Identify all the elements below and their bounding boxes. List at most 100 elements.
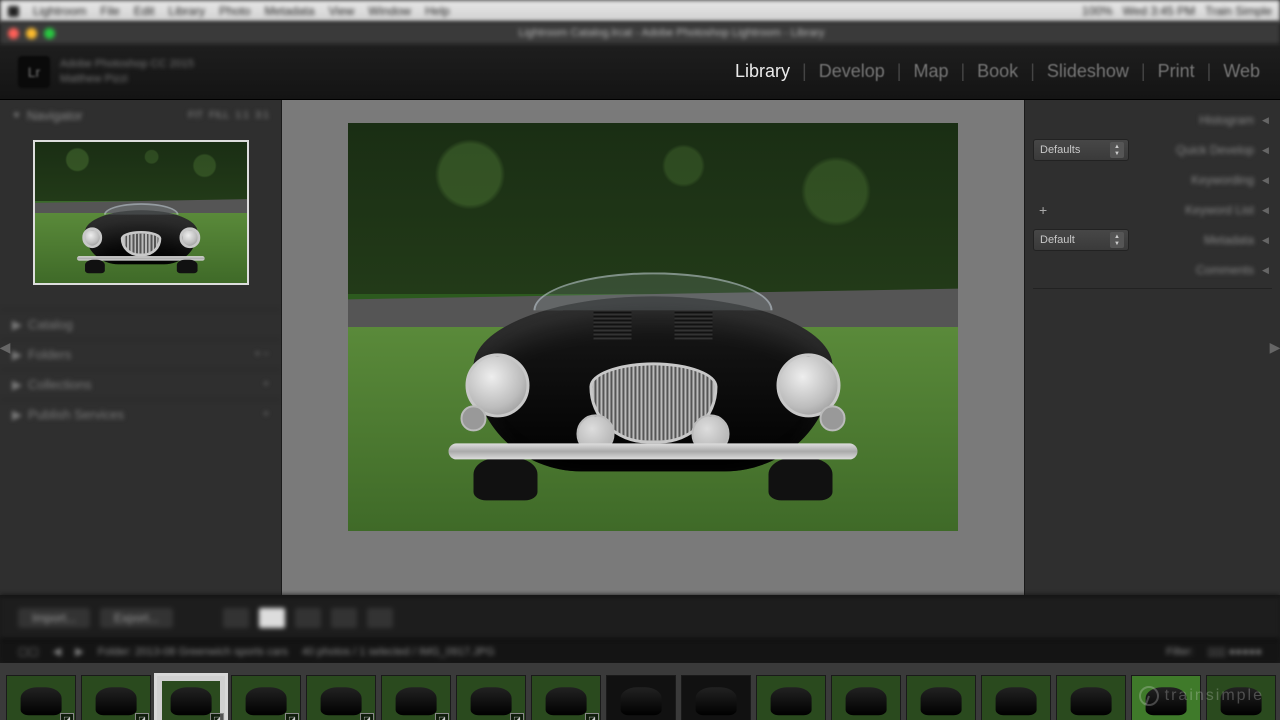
filmstrip-thumb[interactable] (1131, 675, 1201, 720)
library-toolbar: Import... Export... (0, 595, 1280, 639)
module-book[interactable]: Book (975, 61, 1020, 82)
module-picker: Library| Develop| Map| Book| Slideshow| … (733, 61, 1262, 82)
panel-metadata[interactable]: Metadata (1135, 233, 1256, 247)
zoom-level[interactable]: FIT (188, 110, 203, 121)
left-panel: ▼ Navigator FIT FILL 1:1 3:1 ▶Catalog ▶F… (0, 100, 282, 595)
navigator-thumbnail[interactable] (33, 140, 249, 285)
disclosure-triangle-icon: ▶ (12, 407, 22, 423)
disclosure-triangle-icon[interactable]: ◀ (1262, 265, 1272, 276)
filmstrip-thumb[interactable] (981, 675, 1051, 720)
traffic-lights[interactable] (8, 28, 55, 39)
panel-comments[interactable]: Comments (1147, 263, 1257, 277)
disclosure-triangle-icon[interactable]: ◀ (1262, 205, 1272, 216)
people-view-icon[interactable] (367, 608, 393, 628)
disclosure-triangle-icon: ▶ (12, 377, 22, 393)
disclosure-triangle-icon[interactable]: ◀ (1262, 235, 1272, 246)
menubar-item[interactable]: Library (168, 4, 205, 18)
nav-back-icon[interactable]: ◀ (53, 645, 61, 658)
app-header: Lr Adobe Photoshop CC 2015 Matthew Pizzi… (0, 44, 1280, 100)
second-window-icon[interactable]: ▢▢ (18, 645, 39, 658)
filter-label: Filter: (1166, 646, 1194, 658)
menubar-status: Wed 3:45 PM (1123, 4, 1195, 18)
filter-flags[interactable]: ▯▯▯ ●●●●● (1208, 645, 1262, 658)
main-photo[interactable] (348, 123, 958, 531)
filmstrip-thumb[interactable]: ◪ (306, 675, 376, 720)
photo-count: 40 photos / 1 selected / IMG_0917.JPG (302, 646, 495, 658)
disclosure-triangle-icon[interactable]: ◀ (1262, 115, 1272, 126)
zoom-level[interactable]: FILL (209, 110, 229, 121)
thumb-badge-icon: ◪ (135, 713, 149, 720)
filmstrip[interactable]: ◪◪◪◪◪◪◪◪ (0, 663, 1280, 720)
filmstrip-thumb[interactable]: ◪ (81, 675, 151, 720)
source-path[interactable]: Folder: 2013-08 Greenwich sports cars (98, 646, 288, 658)
panel-publish-services[interactable]: ▶Publish Services+ (0, 399, 281, 429)
filmstrip-thumb[interactable]: ◪ (381, 675, 451, 720)
menubar-item[interactable]: View (329, 4, 355, 18)
import-button[interactable]: Import... (18, 608, 90, 628)
menubar-app[interactable]: Lightroom (33, 4, 86, 18)
filmstrip-thumb[interactable] (681, 675, 751, 720)
module-library[interactable]: Library (733, 61, 792, 82)
filmstrip-thumb[interactable] (756, 675, 826, 720)
stepper-arrows-icon: ▲▼ (1110, 232, 1124, 248)
filmstrip-thumb[interactable]: ◪ (531, 675, 601, 720)
filmstrip-thumb[interactable]: ◪ (231, 675, 301, 720)
module-slideshow[interactable]: Slideshow (1045, 61, 1131, 82)
panel-folders[interactable]: ▶Folders+ − (0, 339, 281, 369)
menubar-item[interactable]: Edit (134, 4, 155, 18)
mac-menubar: Lightroom File Edit Library Photo Metada… (0, 0, 1280, 22)
module-develop[interactable]: Develop (817, 61, 887, 82)
saved-preset-dropdown[interactable]: Defaults ▲▼ (1033, 139, 1129, 161)
module-map[interactable]: Map (911, 61, 950, 82)
panel-keywording[interactable]: Keywording (1147, 173, 1257, 187)
filmstrip-thumb[interactable]: ◪ (6, 675, 76, 720)
filmstrip-thumb[interactable] (606, 675, 676, 720)
export-button[interactable]: Export... (100, 608, 173, 628)
window-title: Lightroom Catalog.lrcat - Adobe Photosho… (71, 27, 1272, 39)
menubar-item[interactable]: Metadata (264, 4, 314, 18)
panel-collections[interactable]: ▶Collections+ (0, 369, 281, 399)
loupe-view (282, 100, 1024, 595)
identity-plate: Adobe Photoshop CC 2015 Matthew Pizzi (60, 57, 194, 86)
filmstrip-thumb[interactable]: ◪ (456, 675, 526, 720)
menubar-item[interactable]: Photo (219, 4, 250, 18)
dropdown-value: Default (1040, 234, 1075, 246)
add-keyword-button[interactable]: + (1033, 199, 1129, 221)
window-titlebar: Lightroom Catalog.lrcat - Adobe Photosho… (0, 22, 1280, 44)
menubar-item[interactable]: Window (368, 4, 411, 18)
thumb-badge-icon: ◪ (60, 713, 74, 720)
metadata-preset-dropdown[interactable]: Default ▲▼ (1033, 229, 1129, 251)
main-area: ◀ ▶ ▼ Navigator FIT FILL 1:1 3:1 (0, 100, 1280, 595)
zoom-level[interactable]: 1:1 (235, 110, 249, 121)
filmstrip-thumb[interactable] (1056, 675, 1126, 720)
module-web[interactable]: Web (1221, 61, 1262, 82)
navigator-header[interactable]: ▼ Navigator FIT FILL 1:1 3:1 (0, 100, 281, 130)
collapse-right-icon[interactable]: ▶ (1270, 333, 1280, 363)
right-panel: Histogram ◀ Defaults ▲▼ Quick Develop ◀ … (1024, 100, 1280, 595)
filmstrip-thumb[interactable] (831, 675, 901, 720)
disclosure-triangle-icon[interactable]: ▼ (12, 110, 21, 120)
filmstrip-thumb[interactable] (906, 675, 976, 720)
survey-view-icon[interactable] (331, 608, 357, 628)
thumb-badge-icon: ◪ (435, 713, 449, 720)
disclosure-triangle-icon[interactable]: ◀ (1262, 145, 1272, 156)
menubar-item[interactable]: Help (425, 4, 450, 18)
panel-keyword-list[interactable]: Keyword List (1135, 203, 1256, 217)
panel-quick-develop[interactable]: Quick Develop (1135, 143, 1256, 157)
panel-histogram[interactable]: Histogram (1147, 113, 1257, 127)
panel-catalog[interactable]: ▶Catalog (0, 309, 281, 339)
navigator-label: Navigator (27, 108, 83, 123)
filmstrip-info-bar: ▢▢ ◀ ▶ Folder: 2013-08 Greenwich sports … (0, 639, 1280, 663)
disclosure-triangle-icon[interactable]: ◀ (1262, 175, 1272, 186)
stepper-arrows-icon: ▲▼ (1110, 142, 1124, 158)
compare-view-icon[interactable] (295, 608, 321, 628)
filmstrip-thumb[interactable]: ◪ (156, 675, 226, 720)
grid-view-icon[interactable] (223, 608, 249, 628)
menubar-item[interactable]: File (100, 4, 119, 18)
filmstrip-thumb[interactable] (1206, 675, 1276, 720)
dropdown-value: Defaults (1040, 144, 1080, 156)
module-print[interactable]: Print (1156, 61, 1197, 82)
loupe-view-icon[interactable] (259, 608, 285, 628)
zoom-level[interactable]: 3:1 (255, 110, 269, 121)
nav-fwd-icon[interactable]: ▶ (75, 645, 83, 658)
